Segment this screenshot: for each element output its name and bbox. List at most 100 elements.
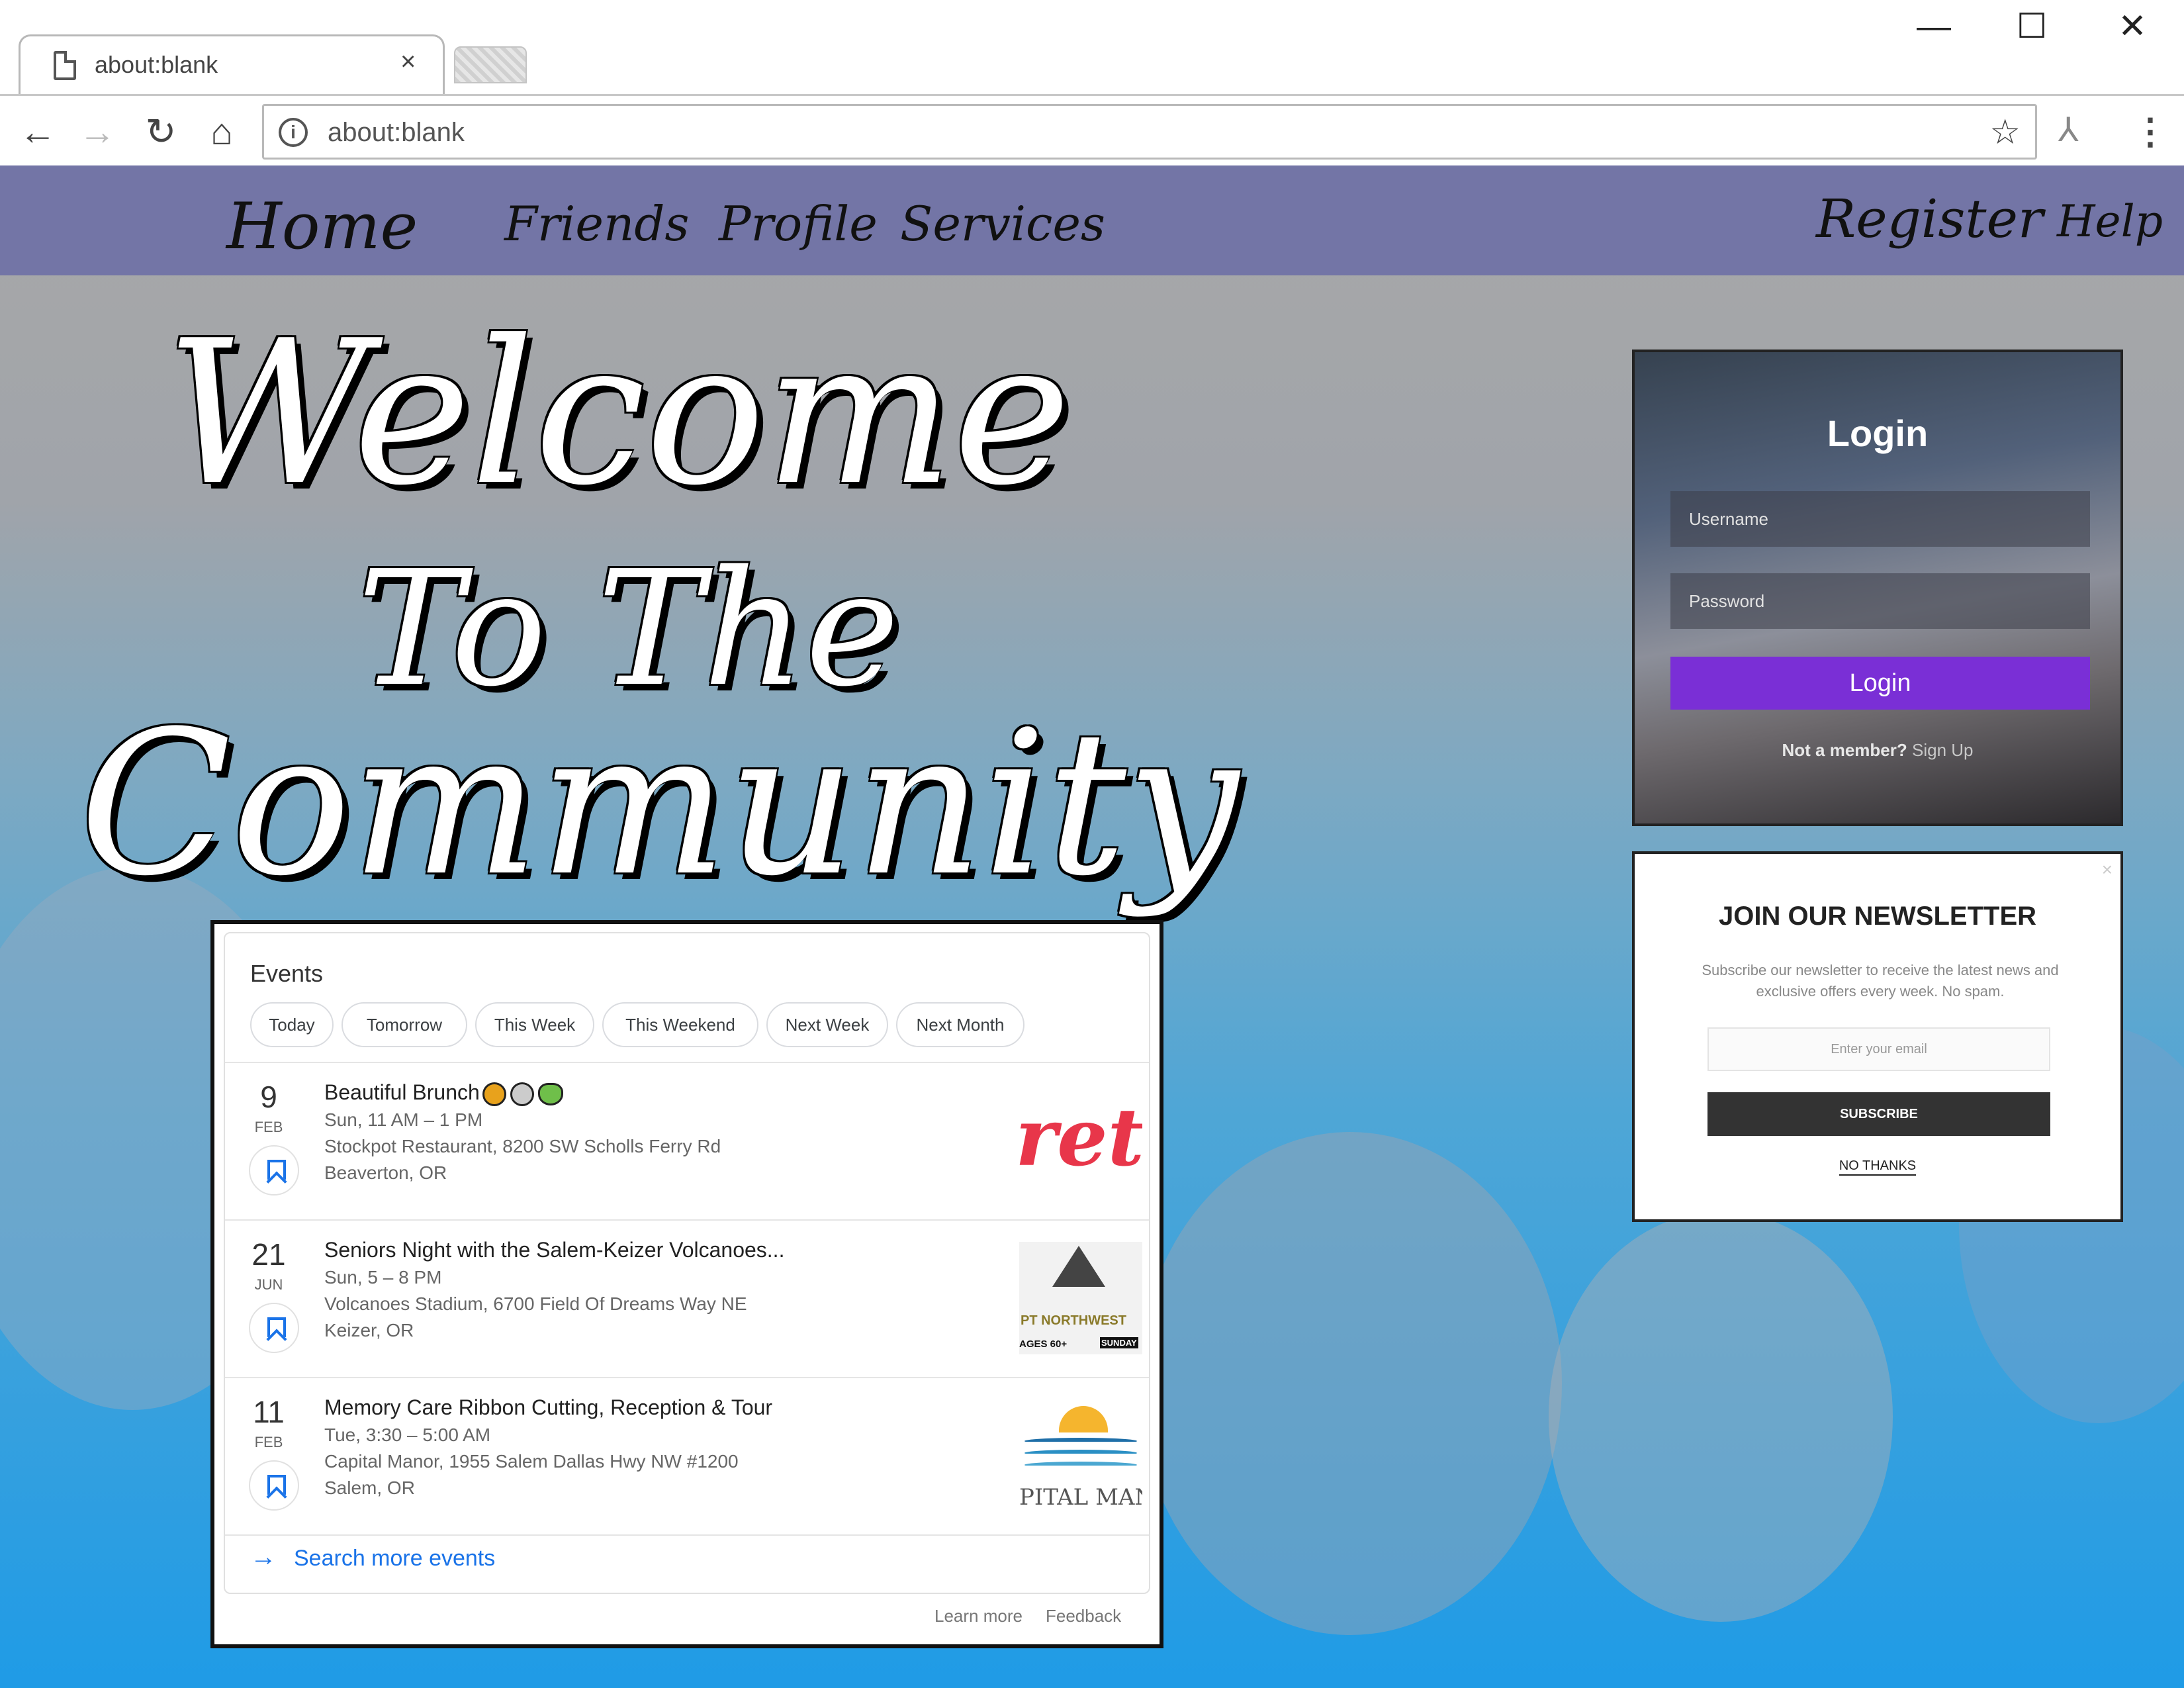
bookmark-icon[interactable] [249,1460,299,1511]
not-member-text: Not a member? [1782,740,1907,760]
search-more-events-link[interactable]: → Search more events [250,1542,495,1572]
event-time: Sun, 11 AM – 1 PM [324,1109,483,1130]
tab-title: about:blank [95,51,218,78]
address-bar[interactable]: i about:blank ☆ [262,104,2037,160]
thumbnail-text: ret [1019,1091,1142,1184]
newsletter-panel: × JOIN OUR NEWSLETTER Subscribe our news… [1632,851,2123,1222]
wave-line-icon [1024,1450,1137,1456]
no-thanks-link[interactable]: NO THANKS [1635,1158,2120,1176]
filter-chip-tomorrow[interactable]: Tomorrow [341,1002,467,1047]
new-tab-button[interactable] [454,46,527,83]
arrow-right-icon: → [250,1542,277,1571]
pancake-emoji-icon [482,1082,506,1106]
home-icon[interactable]: ⌂ [199,112,245,152]
filter-chip-this-weekend[interactable]: This Weekend [602,1002,758,1047]
event-city: Salem, OR [324,1477,415,1498]
minimize-icon[interactable]: — [1914,7,1954,46]
subscribe-button[interactable]: SUBSCRIBE [1707,1092,2050,1136]
page: Home Friends Profile Services Register H… [0,165,2184,1688]
wave-line-icon [1024,1462,1137,1468]
tab-close-icon[interactable]: × [400,47,416,77]
volcanoes-logo-icon [1052,1246,1105,1287]
event-day: 9 [260,1080,277,1114]
no-thanks-label[interactable]: NO THANKS [1839,1158,1917,1176]
event-place: Volcanoes Stadium, 6700 Field Of Dreams … [324,1293,747,1314]
newsletter-email-input[interactable] [1707,1027,2050,1071]
back-icon[interactable]: ← [15,112,61,152]
event-title[interactable]: Memory Care Ribbon Cutting, Reception & … [324,1395,772,1420]
thumbnail-subtext: AGES 60+ [1019,1338,1068,1350]
event-place: Stockpot Restaurant, 8200 SW Scholls Fer… [324,1136,721,1156]
event-time: Sun, 5 – 8 PM [324,1267,442,1288]
event-row[interactable]: 11 FEB Memory Care Ribbon Cutting, Recep… [225,1378,1149,1534]
event-thumbnail[interactable]: PITAL MAN [1019,1399,1142,1512]
password-input[interactable] [1670,573,2090,629]
thumbnail-text: PT NORTHWEST [1021,1313,1126,1328]
event-month: JUN [254,1276,283,1293]
tab-strip: about:blank × — ☐ ✕ [0,0,2184,95]
feedback-link[interactable]: Feedback [1046,1606,1121,1626]
extension-icon[interactable]: ⅄ [2058,111,2079,149]
newsletter-title: JOIN OUR NEWSLETTER [1718,902,2037,931]
login-title: Login [1827,412,1929,454]
filter-chip-this-week[interactable]: This Week [475,1002,594,1047]
bookmark-star-icon[interactable]: ☆ [1989,113,2021,152]
event-time: Tue, 3:30 – 5:00 AM [324,1425,491,1445]
search-more-label[interactable]: Search more events [294,1546,495,1571]
event-title[interactable]: Seniors Night with the Salem-Keizer Volc… [324,1238,784,1262]
thumbnail-subtext-2: SUNDAY [1100,1337,1138,1348]
event-month: FEB [254,1119,283,1135]
site-navbar: Home Friends Profile Services Register H… [0,165,2184,275]
sign-up-link[interactable]: Sign Up [1912,740,1974,760]
event-title-text[interactable]: Beautiful Brunch [324,1080,480,1104]
event-day: 11 [253,1395,285,1429]
events-inner: Events Today Tomorrow This Week This Wee… [224,932,1150,1594]
username-input[interactable] [1670,491,2090,547]
event-place: Capital Manor, 1955 Salem Dallas Hwy NW … [324,1451,739,1472]
browser-tab[interactable]: about:blank × [19,34,445,95]
event-row[interactable]: 9 FEB Beautiful Brunch Sun, 11 AM – 1 PM… [225,1063,1149,1219]
newsletter-close-icon[interactable]: × [2102,859,2113,880]
event-thumbnail[interactable]: PT NORTHWEST AGES 60+ SUNDAY [1019,1242,1142,1354]
page-icon [54,51,76,80]
bookmark-icon[interactable] [249,1303,299,1353]
event-title[interactable]: Beautiful Brunch [324,1080,563,1106]
nav-register[interactable]: Register [1816,188,2043,250]
event-month: FEB [254,1434,283,1450]
magnifier-emoji-icon [510,1082,534,1106]
nav-services[interactable]: Services [900,196,1105,252]
event-day: 21 [251,1237,286,1272]
salad-emoji-icon [537,1082,563,1105]
sun-logo-icon [1059,1406,1108,1432]
events-title: Events [250,960,324,987]
browser-menu-icon[interactable]: ⋮ [2132,111,2168,152]
maximize-icon[interactable]: ☐ [2012,7,2052,46]
login-button[interactable]: Login [1670,657,2090,710]
hero-community: Community [79,688,1239,919]
event-thumbnail[interactable]: ret [1019,1084,1142,1197]
nav-profile[interactable]: Profile [719,196,878,252]
thumbnail-text: PITAL MAN [1019,1484,1142,1511]
event-city: Keizer, OR [324,1320,414,1340]
reload-icon[interactable]: ↻ [138,112,184,152]
url-text[interactable]: about:blank [328,118,465,148]
close-window-icon[interactable]: ✕ [2113,7,2152,46]
nav-friends[interactable]: Friends [504,196,689,252]
nav-help[interactable]: Help [2057,196,2163,247]
filter-chip-today[interactable]: Today [250,1002,334,1047]
bookmark-icon[interactable] [249,1145,299,1196]
events-card: Events Today Tomorrow This Week This Wee… [210,920,1163,1648]
background-person-center [1138,1132,1562,1635]
filter-chip-next-week[interactable]: Next Week [766,1002,888,1047]
learn-more-link[interactable]: Learn more [934,1606,1023,1626]
divider [225,1534,1149,1536]
hero-welcome: Welcome [165,298,1071,529]
forward-icon[interactable]: → [74,112,120,152]
nav-home[interactable]: Home [226,189,418,263]
browser-toolbar: ← → ↻ ⌂ i about:blank ☆ ⅄ ⋮ [0,94,2184,165]
login-footer: Not a member? Sign Up [1635,740,2120,761]
filter-chip-next-month[interactable]: Next Month [896,1002,1024,1047]
info-icon[interactable]: i [279,118,308,147]
event-row[interactable]: 21 JUN Seniors Night with the Salem-Keiz… [225,1221,1149,1377]
login-panel: Login Login Not a member? Sign Up [1632,350,2123,826]
